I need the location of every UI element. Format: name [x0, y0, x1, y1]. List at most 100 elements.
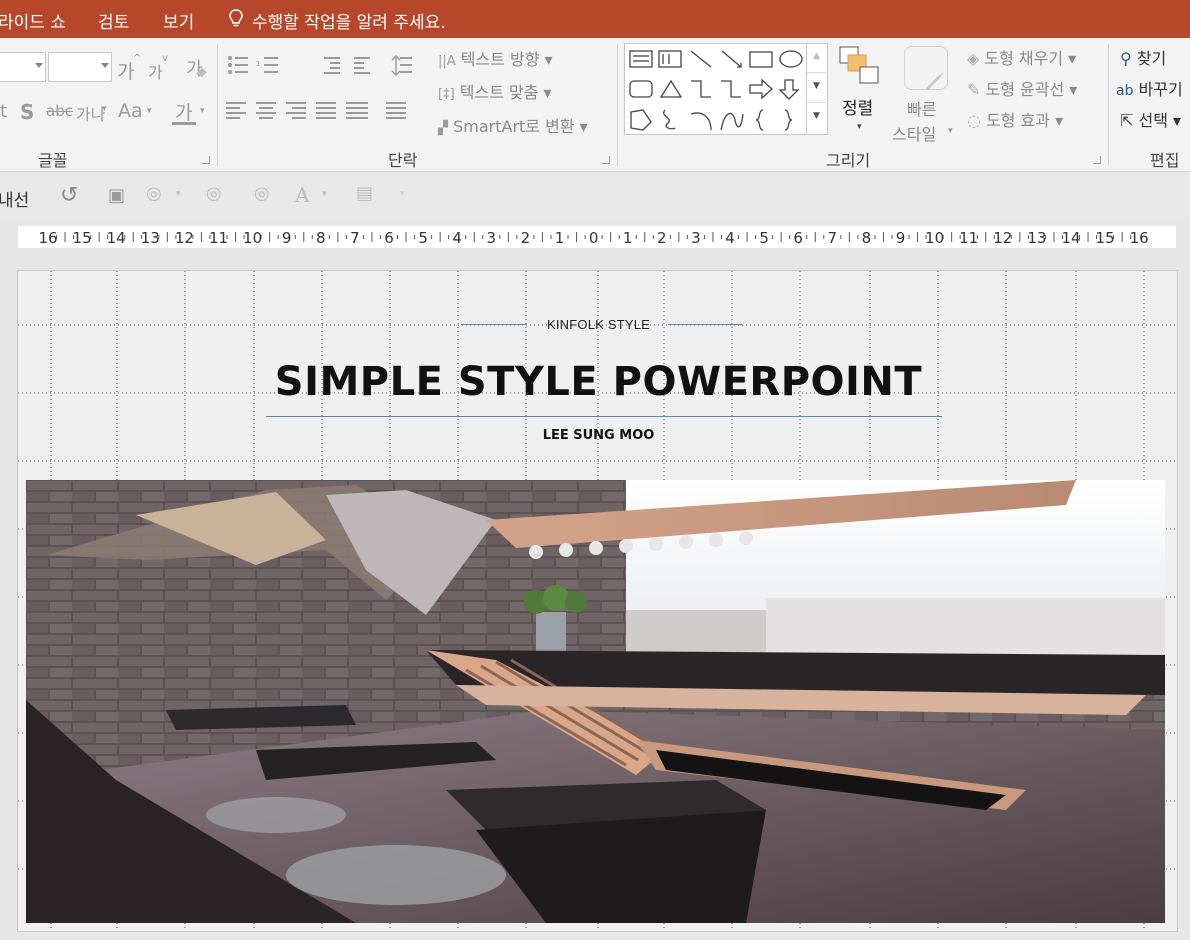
- ruler-tick-label: 15: [1096, 229, 1115, 247]
- horizontal-ruler[interactable]: 16 15 14 13 12 11 10 9 8 7 6 5 4 3 2 1 0 1 2 3 4 5 6 7 8 9 10 11 12 1…: [18, 226, 1176, 248]
- shape-gallery-scroll: ▲ ▼ ▼: [806, 43, 828, 135]
- ruler-tick-label: 4: [725, 229, 735, 247]
- ruler-tick-label: 3: [487, 229, 497, 247]
- shape-fill-button[interactable]: ◈ 도형 채우기 ▾: [967, 45, 1076, 69]
- ruler-tick-label: 9: [896, 229, 906, 247]
- replace-button[interactable]: ab 바꾸기: [1116, 76, 1183, 100]
- ruler-tick-label: 10: [925, 229, 944, 247]
- ruler-tick-label: 1: [623, 229, 633, 247]
- ruler-tick-label: 2: [521, 229, 531, 247]
- group-separator: [1108, 44, 1109, 166]
- slideshow-icon[interactable]: ▣: [108, 185, 125, 206]
- align-text-icon: [‡]: [438, 87, 455, 102]
- ruler-tick-label: 4: [452, 229, 462, 247]
- ruler-tick-label: 11: [959, 229, 978, 247]
- merge-dropdown-icon[interactable]: ▾: [176, 189, 181, 199]
- text-effect-dropdown-icon[interactable]: ▾: [322, 189, 327, 199]
- change-case-dropdown[interactable]: ▾: [147, 106, 152, 116]
- group-separator: [217, 44, 218, 166]
- font-size-combo[interactable]: [48, 52, 112, 82]
- ruler-tick-label: 16: [38, 229, 57, 247]
- union-shapes-icon[interactable]: ◎: [206, 183, 222, 204]
- ruler-tick-label: 14: [1061, 229, 1080, 247]
- shape-gallery[interactable]: [624, 43, 828, 135]
- paragraph-group-label: 단락: [388, 151, 418, 170]
- search-icon: ⚲: [1120, 49, 1132, 68]
- paste-icon[interactable]: ▤: [356, 183, 373, 204]
- char-spacing-dropdown[interactable]: ▾: [102, 104, 107, 114]
- align-text-button[interactable]: [‡] 텍스트 맞춤 ▾: [438, 79, 552, 103]
- ruler-tick-label: 9: [282, 229, 292, 247]
- quick-styles-button[interactable]: 빠른 스타일 ▾: [890, 42, 958, 146]
- font-group-label: 글꼴: [38, 151, 68, 170]
- arrange-button[interactable]: 정렬 ▾: [836, 42, 884, 146]
- merge-shapes-icon[interactable]: ◎: [146, 183, 162, 204]
- slide-kicker[interactable]: KINFOLK STYLE: [18, 317, 1177, 332]
- smartart-icon: ▞: [438, 121, 448, 136]
- editing-group-label: 편집: [1150, 151, 1180, 170]
- slide-canvas[interactable]: KINFOLK STYLE SIMPLE STYLE POWERPOINT LE…: [17, 270, 1178, 932]
- text-effect-icon[interactable]: A: [295, 183, 309, 207]
- drawing-dialog-launcher[interactable]: [1093, 156, 1101, 164]
- ruler-tick-label: 12: [993, 229, 1012, 247]
- paragraph-buttons: 1: [226, 55, 412, 119]
- ruler-tick-label: 5: [759, 229, 769, 247]
- ruler-tick-label: 13: [1027, 229, 1046, 247]
- grow-font-button[interactable]: 가: [117, 57, 134, 84]
- shape-effects-icon: ◌: [967, 111, 981, 130]
- gallery-expand[interactable]: ▼: [807, 103, 828, 133]
- font-color-dropdown[interactable]: ▾: [200, 106, 205, 116]
- quick-access-toolbar: 내선 ↺ ▣ ◎ ▾ ◎ ◎ A ▾ ▤ ▾: [0, 173, 1190, 221]
- title-underline: [266, 416, 942, 417]
- ruler-tick-label: 12: [175, 229, 194, 247]
- svg-text:1: 1: [256, 60, 260, 68]
- arrange-dropdown-icon: ▾: [857, 122, 862, 132]
- ruler-tick-label: 10: [243, 229, 262, 247]
- shape-gallery-icons: [629, 50, 803, 131]
- font-name-combo[interactable]: [0, 52, 46, 82]
- strikethrough-button[interactable]: abc: [46, 102, 73, 120]
- underline-fragment-icon: t: [0, 101, 8, 122]
- shadow-button[interactable]: S: [20, 100, 34, 124]
- find-button[interactable]: ⚲ 찾기: [1120, 45, 1166, 69]
- ruler-tick-label: 15: [73, 229, 92, 247]
- smartart-convert-button[interactable]: ▞ SmartArt로 변환 ▾: [438, 113, 588, 137]
- menu-tab-review[interactable]: 검토: [98, 8, 129, 33]
- intersect-shapes-icon[interactable]: ◎: [254, 183, 270, 204]
- shrink-font-button[interactable]: 가: [148, 59, 163, 83]
- ruler-tick-label: 16: [1130, 229, 1149, 247]
- gallery-scroll-up[interactable]: ▲: [807, 43, 828, 73]
- slide-author[interactable]: LEE SUNG MOO: [18, 428, 1177, 443]
- lightbulb-icon: [229, 9, 243, 27]
- quick-styles-dropdown-icon: ▾: [948, 126, 953, 136]
- ruler-tick-label: 1: [555, 229, 565, 247]
- menu-tab-view[interactable]: 보기: [163, 8, 194, 33]
- font-color-bar: [172, 122, 196, 125]
- ruler-tick-label: 11: [209, 229, 228, 247]
- menu-bar: 라이드 쇼 검토 보기 수행할 작업을 알려 주세요.: [0, 0, 1190, 38]
- text-direction-button[interactable]: ||A 텍스트 방향 ▾: [438, 46, 553, 70]
- paint-bucket-icon: ◈: [967, 49, 980, 68]
- font-color-button[interactable]: 가: [175, 98, 192, 125]
- ruler-tick-label: 8: [862, 229, 872, 247]
- shape-outline-button[interactable]: ✎ 도형 윤곽선 ▾: [967, 76, 1077, 100]
- grow-caret-icon: ^: [133, 53, 142, 64]
- slide-title[interactable]: SIMPLE STYLE POWERPOINT: [18, 359, 1177, 405]
- gallery-scroll-down[interactable]: ▼: [807, 73, 828, 103]
- text-direction-icon: ||A: [438, 54, 456, 69]
- paragraph-dialog-launcher[interactable]: [602, 156, 610, 164]
- tell-me-box[interactable]: 수행할 작업을 알려 주세요.: [252, 8, 446, 33]
- shrink-caret-icon: v: [162, 53, 168, 64]
- shape-effects-button[interactable]: ◌ 도형 효과 ▾: [967, 107, 1063, 131]
- select-button[interactable]: ⇱ 선택 ▾: [1120, 107, 1181, 131]
- drawing-group-label: 그리기: [826, 151, 871, 170]
- menu-tab-slideshow[interactable]: 라이드 쇼: [0, 8, 66, 33]
- font-dialog-launcher[interactable]: [202, 156, 210, 164]
- ruler-tick-label: 8: [316, 229, 326, 247]
- kitchen-interior-photo[interactable]: [26, 480, 1165, 923]
- eraser-icon: [196, 68, 207, 77]
- ruler-tick-label: 13: [141, 229, 160, 247]
- customize-qat-icon[interactable]: ▾: [400, 189, 405, 199]
- change-case-button[interactable]: Aa: [118, 100, 143, 122]
- reset-icon[interactable]: ↺: [60, 183, 78, 208]
